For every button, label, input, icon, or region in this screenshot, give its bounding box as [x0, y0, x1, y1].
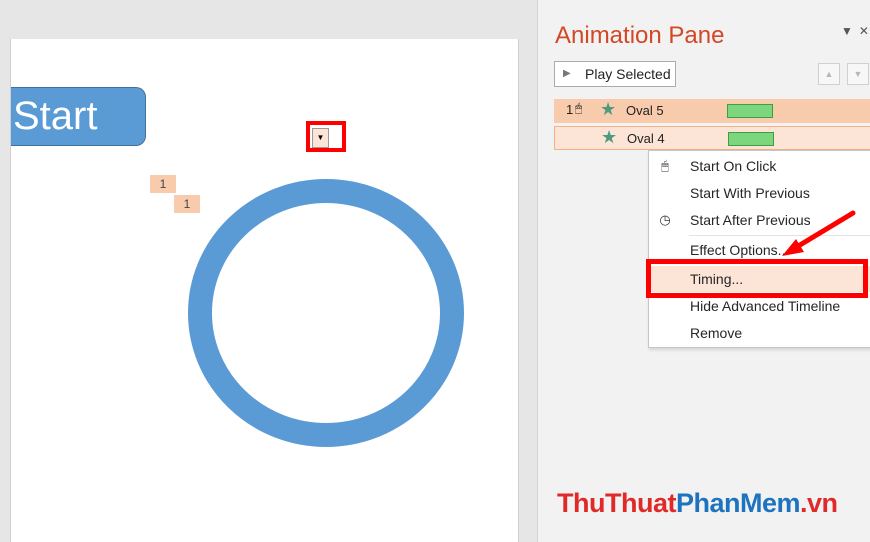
start-button-shape[interactable]: Start [11, 87, 146, 146]
watermark-part: .vn [800, 488, 838, 518]
annotation-arrow-icon [782, 210, 856, 256]
menu-item-start-with-previous[interactable]: Start With Previous [649, 180, 870, 206]
mouse-click-icon: 🖱 [661, 158, 669, 173]
oval-ring[interactable] [188, 179, 464, 447]
animation-order-tag[interactable]: 1 [150, 175, 176, 193]
menu-item-label: Remove [690, 325, 743, 341]
animation-list-item[interactable]: 1 🖱 ★ Oval 5 [554, 99, 870, 123]
watermark-part: ThuThuat [557, 488, 676, 518]
animation-pane-title: Animation Pane [555, 22, 725, 49]
star-icon: ★ [601, 127, 618, 147]
play-selected-button[interactable]: ▶ Play Selected [554, 61, 676, 87]
pane-options-icon[interactable]: ▼ [841, 24, 859, 38]
chevron-down-icon: ▼ [853, 69, 863, 79]
move-up-button[interactable]: ▲ [818, 63, 840, 85]
dropdown-highlight-box [306, 121, 346, 152]
oval-ring-shape[interactable] [187, 179, 465, 447]
watermark: ThuThuatPhanMem.vn [557, 488, 838, 519]
menu-item-start-on-click[interactable]: 🖱 Start On Click [649, 153, 870, 179]
menu-item-label: Start With Previous [690, 185, 810, 201]
close-icon[interactable]: ✕ [859, 24, 870, 38]
timeline-bar[interactable] [727, 104, 773, 118]
watermark-part: PhanMem [675, 488, 801, 518]
play-selected-label: Play Selected [585, 66, 671, 82]
animation-list-item[interactable]: ★ Oval 4 [554, 126, 870, 150]
pane-controls[interactable]: ▼✕ [841, 24, 870, 38]
star-icon: ★ [600, 99, 617, 119]
menu-item-label: Start On Click [690, 158, 777, 174]
play-icon: ▶ [563, 68, 571, 79]
mouse-click-icon: 🖱 [575, 101, 583, 115]
menu-item-remove[interactable]: Remove [649, 320, 870, 346]
slide-editing-area: Start 1 1 [0, 0, 537, 542]
animation-item-name: Oval 4 [627, 131, 665, 146]
chevron-up-icon: ▲ [824, 69, 834, 79]
slide-canvas[interactable]: Start 1 1 [10, 39, 519, 542]
move-down-button[interactable]: ▼ [847, 63, 869, 85]
clock-icon: ◷ [659, 212, 671, 227]
timeline-bar[interactable] [728, 132, 774, 146]
animation-item-name: Oval 5 [626, 103, 664, 118]
animation-index: 1 [566, 102, 574, 117]
